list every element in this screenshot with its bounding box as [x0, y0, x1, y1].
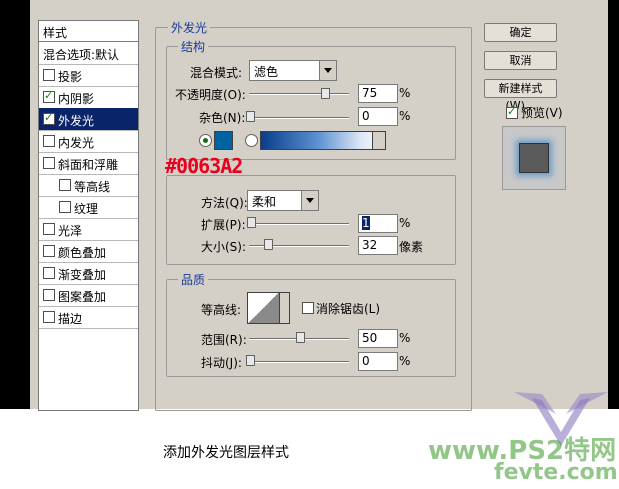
- style-list-item[interactable]: 描边: [39, 306, 138, 329]
- style-list-label: 光泽: [58, 224, 83, 238]
- watermark-line2: fevte.com: [494, 460, 618, 485]
- style-checkbox[interactable]: [43, 289, 55, 301]
- opacity-slider-thumb[interactable]: [321, 88, 330, 99]
- gradient-radio[interactable]: [245, 134, 258, 147]
- noise-unit: %: [399, 109, 411, 123]
- right-black-border: [608, 0, 619, 409]
- style-list-label: 内发光: [58, 136, 95, 150]
- contour-dropdown-arrow[interactable]: [279, 292, 290, 324]
- preview-square: [519, 143, 549, 173]
- opacity-input[interactable]: 75: [358, 84, 398, 103]
- jitter-slider-thumb[interactable]: [246, 355, 255, 366]
- style-preview: [502, 126, 566, 190]
- quality-title: 品质: [178, 271, 209, 288]
- antialias-checkbox[interactable]: [302, 302, 314, 314]
- opacity-slider[interactable]: [249, 93, 349, 95]
- style-list-label: 渐变叠加: [58, 268, 107, 282]
- style-checkbox[interactable]: [43, 135, 55, 147]
- style-checkbox[interactable]: [43, 245, 55, 257]
- ok-button[interactable]: 确定: [484, 23, 557, 42]
- style-list-item[interactable]: 等高线: [39, 174, 138, 197]
- chevron-down-icon[interactable]: [301, 191, 318, 210]
- spread-slider-thumb[interactable]: [247, 217, 256, 228]
- blend-mode-select[interactable]: 滤色: [249, 60, 337, 81]
- style-list-label: 投影: [58, 70, 83, 84]
- style-list-item[interactable]: 外发光: [39, 108, 138, 131]
- method-select[interactable]: 柔和: [247, 190, 319, 211]
- style-list-label: 内阴影: [58, 92, 95, 106]
- style-list-item[interactable]: 颜色叠加: [39, 240, 138, 263]
- jitter-input[interactable]: 0: [358, 352, 398, 371]
- antialias-label: 消除锯齿(L): [316, 302, 381, 316]
- style-list-item[interactable]: 斜面和浮雕: [39, 152, 138, 175]
- contour-preview[interactable]: [247, 292, 280, 324]
- contour-label: 等高线:: [201, 303, 242, 317]
- style-list-label: 颜色叠加: [58, 246, 107, 260]
- style-list-item[interactable]: 光泽: [39, 218, 138, 241]
- style-list-label: 纹理: [74, 202, 99, 216]
- new-style-button[interactable]: 新建样式(W)...: [484, 79, 557, 112]
- size-unit: 像素: [399, 240, 424, 254]
- style-list-label: 等高线: [74, 180, 111, 194]
- style-list-label: 描边: [58, 312, 83, 326]
- noise-slider-thumb[interactable]: [246, 111, 255, 122]
- opacity-unit: %: [399, 86, 411, 100]
- noise-input[interactable]: 0: [358, 107, 398, 126]
- glow-gradient-picker[interactable]: [260, 131, 386, 150]
- spread-slider[interactable]: [249, 223, 349, 225]
- style-checkbox[interactable]: [43, 111, 55, 125]
- range-slider-thumb[interactable]: [296, 332, 305, 343]
- style-list-label: 外发光: [58, 114, 95, 128]
- style-checkbox[interactable]: [43, 267, 55, 279]
- jitter-label: 抖动(J):: [201, 356, 242, 370]
- spread-label: 扩展(P):: [201, 218, 246, 232]
- styles-list: 样式 混合选项:默认 投影内阴影外发光内发光斜面和浮雕等高线纹理光泽颜色叠加渐变…: [38, 20, 139, 411]
- blend-mode-label: 混合模式:: [190, 66, 243, 80]
- glow-color-swatch[interactable]: [214, 131, 233, 150]
- style-list-item[interactable]: 内阴影: [39, 86, 138, 109]
- style-checkbox[interactable]: [43, 69, 55, 81]
- size-slider-thumb[interactable]: [264, 239, 273, 250]
- noise-label: 杂色(N):: [199, 111, 246, 125]
- style-checkbox[interactable]: [43, 311, 55, 323]
- style-list-label: 斜面和浮雕: [58, 158, 119, 172]
- left-black-border: [0, 0, 30, 409]
- style-checkbox[interactable]: [43, 157, 55, 169]
- style-list-item[interactable]: 图案叠加: [39, 284, 138, 307]
- opacity-label: 不透明度(O):: [175, 88, 246, 102]
- jitter-slider[interactable]: [249, 361, 349, 363]
- range-unit: %: [399, 331, 411, 345]
- style-checkbox[interactable]: [59, 201, 71, 213]
- style-list-item[interactable]: 投影: [39, 64, 138, 87]
- spread-unit: %: [399, 216, 411, 230]
- caption-text: 添加外发光图层样式: [163, 445, 289, 461]
- size-input[interactable]: 32: [358, 236, 398, 255]
- spread-input[interactable]: 1: [358, 214, 398, 233]
- range-label: 范围(R):: [201, 333, 247, 347]
- style-list-item[interactable]: 纹理: [39, 196, 138, 219]
- styles-list-header[interactable]: 样式: [39, 21, 138, 42]
- size-label: 大小(S):: [201, 240, 247, 254]
- noise-slider[interactable]: [249, 117, 349, 119]
- solid-color-radio[interactable]: [199, 134, 212, 147]
- structure-title: 结构: [178, 38, 209, 55]
- range-input[interactable]: 50: [358, 329, 398, 348]
- blend-options-item[interactable]: 混合选项:默认: [39, 42, 138, 65]
- preview-checkbox[interactable]: [506, 105, 518, 119]
- style-list-label: 图案叠加: [58, 290, 107, 304]
- method-label: 方法(Q):: [201, 196, 248, 210]
- gradient-dropdown-arrow[interactable]: [372, 131, 386, 150]
- style-list-item[interactable]: 渐变叠加: [39, 262, 138, 285]
- style-list-item[interactable]: 内发光: [39, 130, 138, 153]
- cancel-button[interactable]: 取消: [484, 51, 557, 70]
- chevron-down-icon[interactable]: [319, 61, 336, 80]
- style-checkbox[interactable]: [43, 89, 55, 103]
- outer-glow-title: 外发光: [168, 19, 211, 36]
- style-checkbox[interactable]: [59, 179, 71, 191]
- color-hex-annotation: #0063A2: [165, 154, 243, 178]
- preview-label: 预览(V): [521, 106, 563, 120]
- jitter-unit: %: [399, 354, 411, 368]
- style-checkbox[interactable]: [43, 223, 55, 235]
